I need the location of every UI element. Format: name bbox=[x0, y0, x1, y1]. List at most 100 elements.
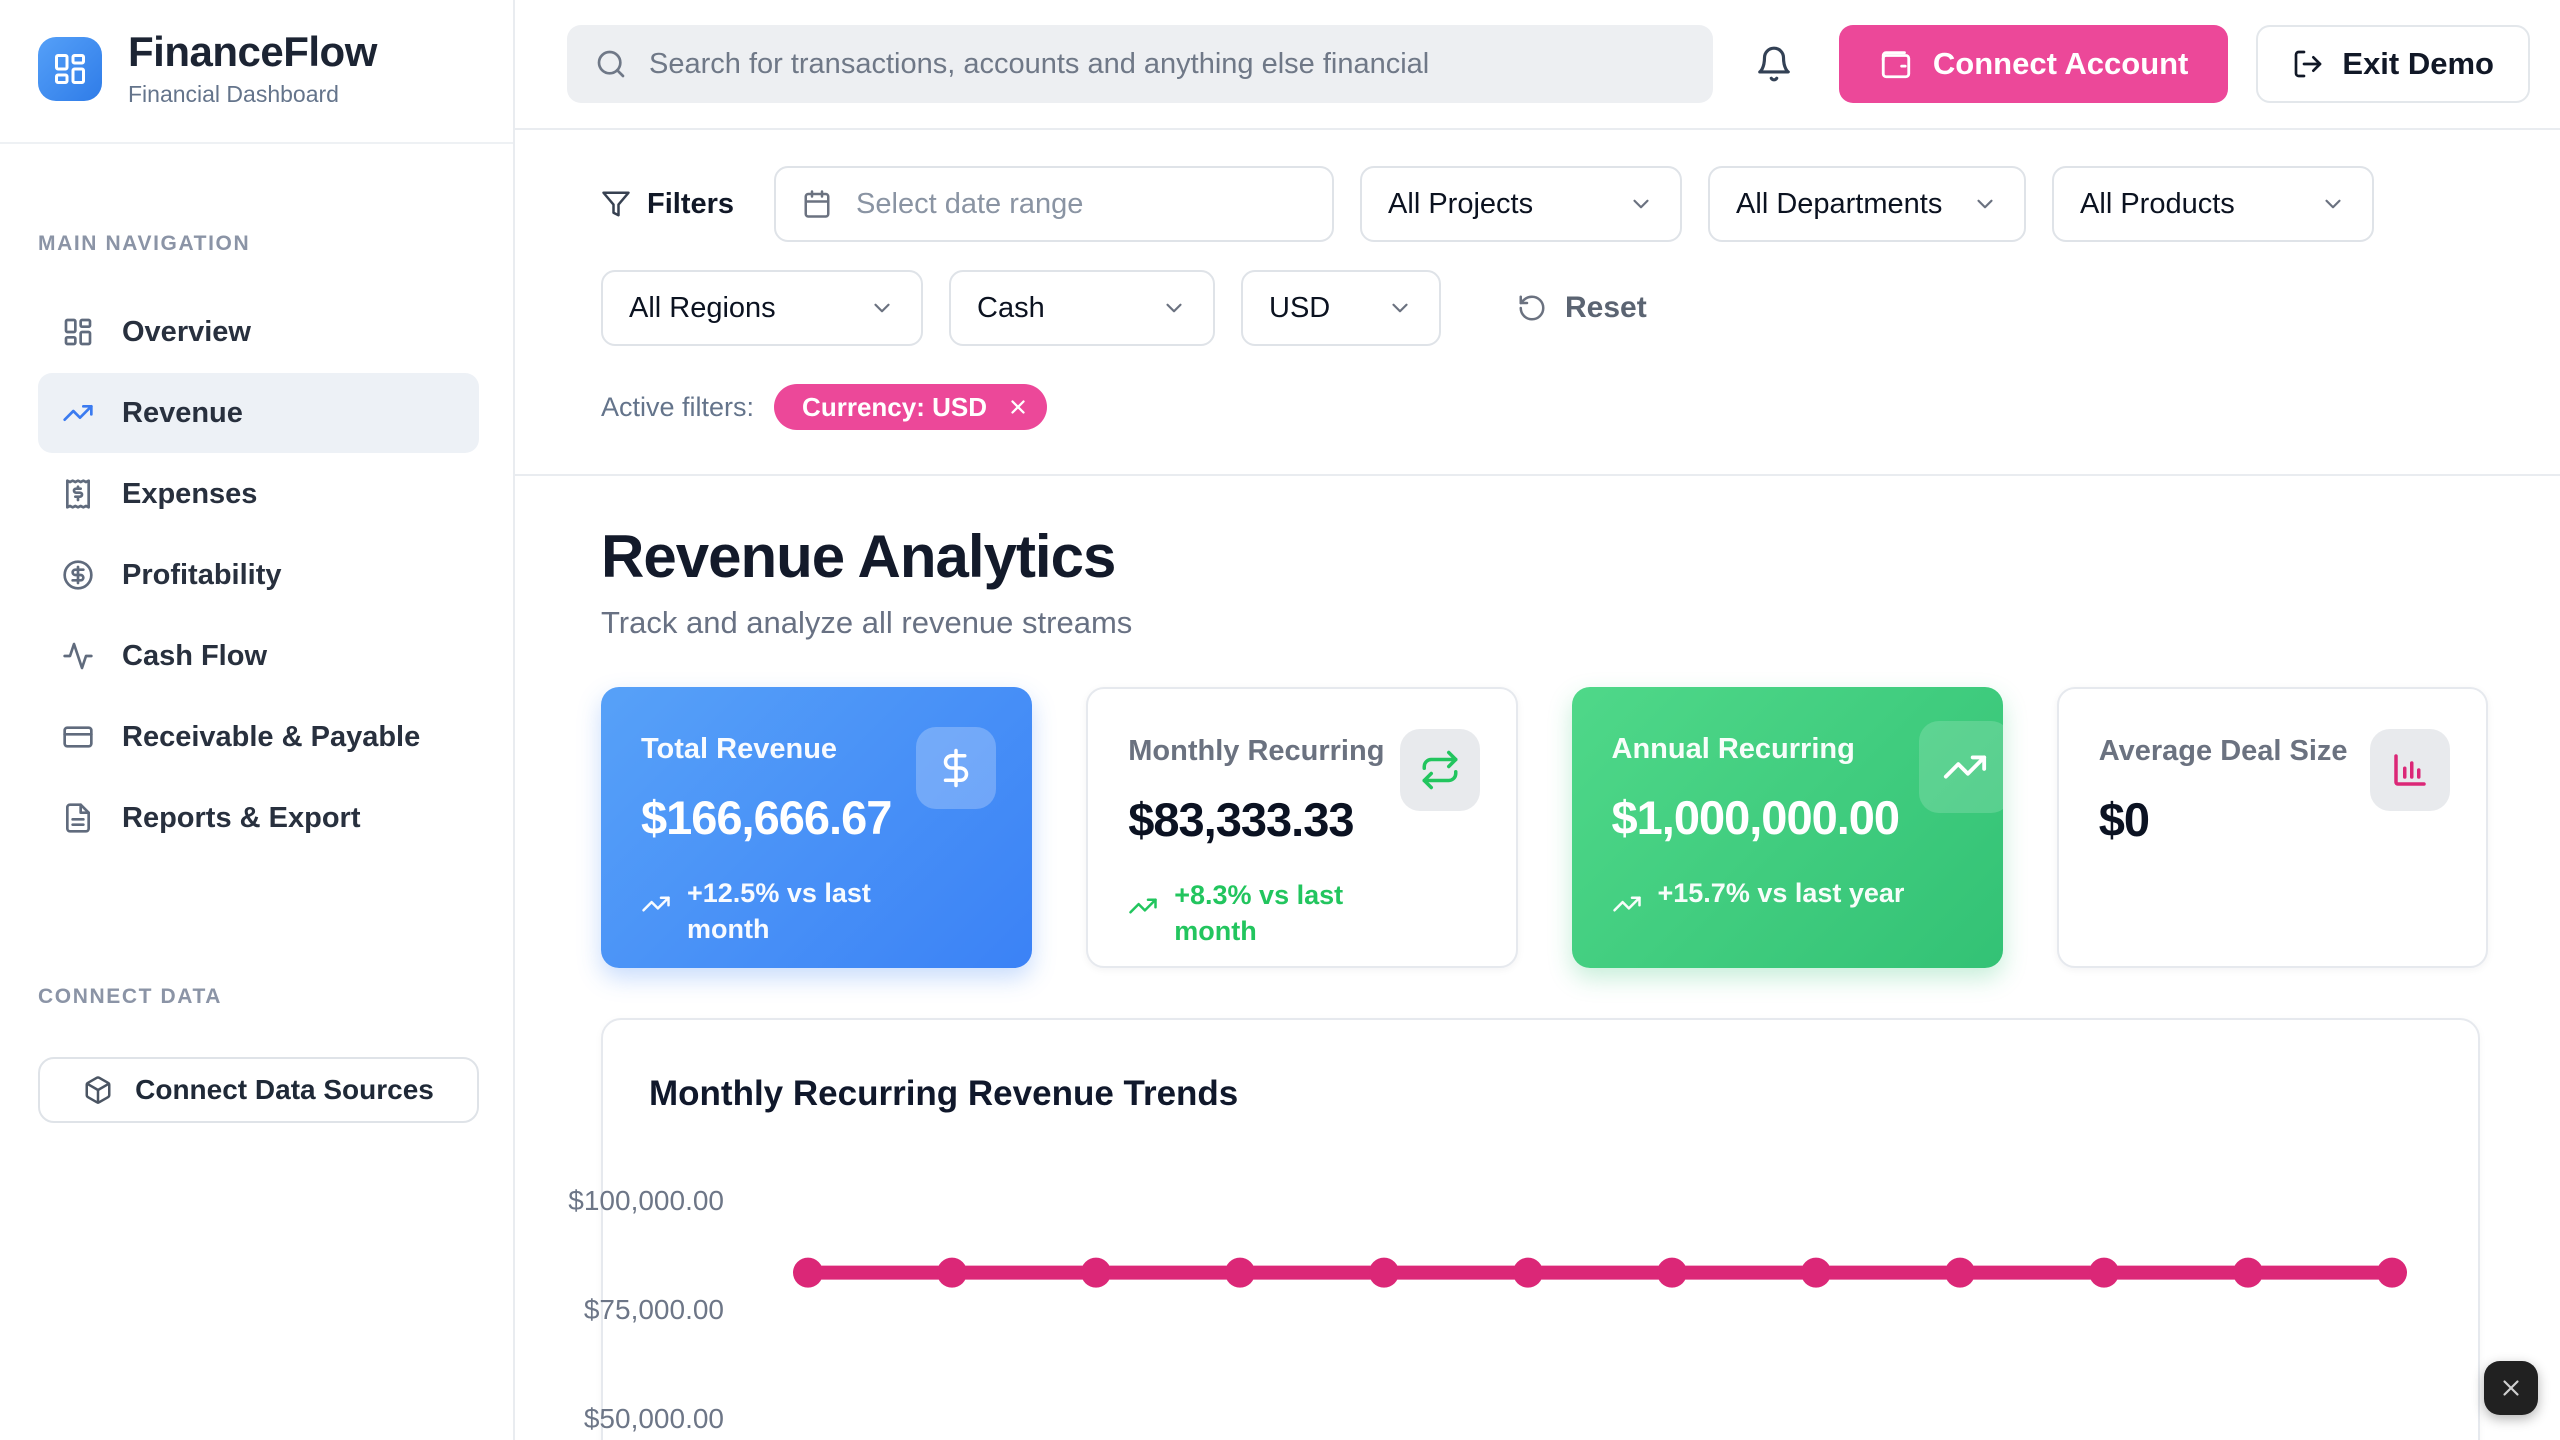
metric-trend-text: +12.5% vs last month bbox=[687, 875, 942, 948]
exit-demo-button[interactable]: Exit Demo bbox=[2256, 25, 2530, 103]
trending-up-icon bbox=[1128, 891, 1158, 921]
sidebar-item-cash-flow[interactable]: Cash Flow bbox=[38, 616, 479, 696]
dollar-icon bbox=[916, 727, 996, 809]
sidebar-item-label: Cash Flow bbox=[122, 640, 267, 673]
sidebar-item-label: Receivable & Payable bbox=[122, 721, 420, 754]
metric-trend: +12.5% vs last month bbox=[641, 875, 992, 948]
svg-text:$75,000.00: $75,000.00 bbox=[584, 1294, 724, 1325]
bell-icon bbox=[1755, 45, 1793, 83]
sidebar-item-label: Profitability bbox=[122, 559, 282, 592]
accounting-method-value: Cash bbox=[977, 292, 1045, 325]
connect-account-label: Connect Account bbox=[1933, 46, 2188, 82]
mrr-line-chart: $100,000.00$75,000.00$50,000.00 bbox=[649, 1126, 2439, 1440]
metric-label: Annual Recurring bbox=[1612, 733, 1963, 766]
calendar-icon bbox=[802, 189, 832, 219]
metric-card-average-deal-size: Average Deal Size $0 bbox=[2057, 687, 2488, 968]
metrics-grid: Total Revenue $166,666.67 +12.5% vs last… bbox=[601, 687, 2488, 968]
connect-data-heading: CONNECT DATA bbox=[38, 985, 479, 1009]
filters-row-1: Filters All Projects All Departments All… bbox=[601, 166, 2530, 242]
active-filter-chip-currency[interactable]: Currency: USD bbox=[774, 384, 1047, 430]
chevron-down-icon bbox=[1387, 295, 1413, 321]
receipt-icon bbox=[62, 478, 94, 510]
active-filters-label: Active filters: bbox=[601, 392, 754, 423]
sidebar-item-profitability[interactable]: Profitability bbox=[38, 535, 479, 615]
brand-header: FinanceFlow Financial Dashboard bbox=[0, 0, 513, 144]
trending-up-icon bbox=[1919, 721, 2003, 813]
trending-up-icon bbox=[641, 889, 671, 919]
close-icon bbox=[2498, 1375, 2524, 1401]
projects-select[interactable]: All Projects bbox=[1360, 166, 1682, 242]
active-filters-row: Active filters: Currency: USD bbox=[601, 384, 2530, 430]
sidebar-item-expenses[interactable]: Expenses bbox=[38, 454, 479, 534]
page-header: Revenue Analytics Track and analyze all … bbox=[515, 476, 2560, 641]
dollar-circle-icon bbox=[62, 559, 94, 591]
main-area: Connect Account Exit Demo Filters All Pr… bbox=[515, 0, 2560, 1440]
sidebar-item-label: Overview bbox=[122, 316, 251, 349]
sidebar: FinanceFlow Financial Dashboard MAIN NAV… bbox=[0, 0, 515, 1440]
credit-card-icon bbox=[62, 721, 94, 753]
products-select-value: All Products bbox=[2080, 188, 2235, 221]
wallet-icon bbox=[1879, 47, 1913, 81]
filters-row-2: All Regions Cash USD Reset bbox=[601, 270, 2530, 346]
filters-label-text: Filters bbox=[647, 188, 734, 221]
close-widget-button[interactable] bbox=[2484, 1361, 2538, 1415]
content-area: Filters All Projects All Departments All… bbox=[515, 130, 2560, 1440]
sidebar-item-label: Revenue bbox=[122, 397, 243, 430]
page-subtitle: Track and analyze all revenue streams bbox=[601, 605, 2560, 641]
filter-funnel-icon bbox=[601, 189, 631, 219]
app-title: FinanceFlow bbox=[128, 30, 377, 74]
chevron-down-icon bbox=[1628, 191, 1654, 217]
top-bar: Connect Account Exit Demo bbox=[515, 0, 2560, 130]
sidebar-item-label: Reports & Export bbox=[122, 802, 360, 835]
global-search[interactable] bbox=[567, 25, 1713, 103]
sidebar-item-revenue[interactable]: Revenue bbox=[38, 373, 479, 453]
chevron-down-icon bbox=[2320, 191, 2346, 217]
app-tagline: Financial Dashboard bbox=[128, 81, 377, 108]
chip-remove-icon[interactable] bbox=[1007, 396, 1029, 418]
metric-trend: +15.7% vs last year bbox=[1612, 875, 1963, 919]
regions-select[interactable]: All Regions bbox=[601, 270, 923, 346]
metric-value: $1,000,000.00 bbox=[1612, 790, 1963, 845]
trending-up-icon bbox=[62, 397, 94, 429]
logout-icon bbox=[2292, 48, 2324, 80]
chart-title: Monthly Recurring Revenue Trends bbox=[649, 1074, 2432, 1114]
nav-list: Overview Revenue Expenses Profitability … bbox=[38, 292, 479, 858]
svg-text:$100,000.00: $100,000.00 bbox=[568, 1185, 724, 1216]
main-navigation: MAIN NAVIGATION Overview Revenue Expense… bbox=[0, 144, 513, 859]
metric-card-monthly-recurring: Monthly Recurring $83,333.33 +8.3% vs la… bbox=[1086, 687, 1517, 968]
sidebar-item-receivable-payable[interactable]: Receivable & Payable bbox=[38, 697, 479, 777]
accounting-method-select[interactable]: Cash bbox=[949, 270, 1215, 346]
sidebar-item-reports-export[interactable]: Reports & Export bbox=[38, 778, 479, 858]
currency-select[interactable]: USD bbox=[1241, 270, 1441, 346]
projects-select-value: All Projects bbox=[1388, 188, 1533, 221]
filters-section: Filters All Projects All Departments All… bbox=[515, 130, 2560, 476]
connect-account-button[interactable]: Connect Account bbox=[1839, 25, 2228, 103]
departments-select[interactable]: All Departments bbox=[1708, 166, 2026, 242]
main-navigation-heading: MAIN NAVIGATION bbox=[38, 232, 479, 256]
currency-select-value: USD bbox=[1269, 292, 1330, 325]
sidebar-item-overview[interactable]: Overview bbox=[38, 292, 479, 372]
metric-trend-text: +8.3% vs last month bbox=[1174, 877, 1429, 950]
connect-data-sources-button[interactable]: Connect Data Sources bbox=[38, 1057, 479, 1123]
chip-label: Currency: USD bbox=[802, 392, 987, 423]
search-input[interactable] bbox=[649, 48, 1685, 81]
connect-data-sources-label: Connect Data Sources bbox=[135, 1074, 434, 1106]
search-icon bbox=[595, 48, 627, 80]
date-range-field[interactable] bbox=[856, 188, 1306, 221]
filters-label: Filters bbox=[601, 188, 734, 221]
repeat-icon bbox=[1400, 729, 1480, 811]
date-range-input[interactable] bbox=[774, 166, 1334, 242]
brand-text: FinanceFlow Financial Dashboard bbox=[128, 30, 377, 108]
app-logo-icon bbox=[38, 37, 102, 101]
reset-filters-button[interactable]: Reset bbox=[1517, 291, 1647, 325]
metric-trend-text: +15.7% vs last year bbox=[1658, 875, 1905, 911]
cube-icon bbox=[83, 1075, 113, 1105]
activity-icon bbox=[62, 640, 94, 672]
sidebar-item-label: Expenses bbox=[122, 478, 257, 511]
products-select[interactable]: All Products bbox=[2052, 166, 2374, 242]
departments-select-value: All Departments bbox=[1736, 188, 1942, 221]
chevron-down-icon bbox=[1972, 191, 1998, 217]
metric-card-annual-recurring: Annual Recurring $1,000,000.00 +15.7% vs… bbox=[1572, 687, 2003, 968]
rotate-ccw-icon bbox=[1517, 293, 1547, 323]
notifications-button[interactable] bbox=[1755, 45, 1793, 83]
